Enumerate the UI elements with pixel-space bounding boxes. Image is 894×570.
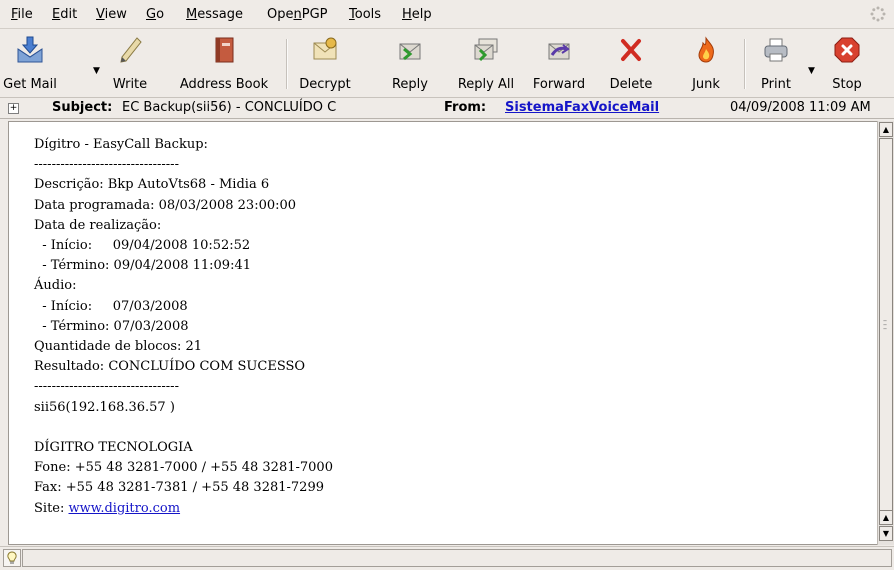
reply-all-button[interactable]: Reply All: [450, 31, 522, 95]
scroll-up-arrow-icon[interactable]: ▲: [879, 122, 893, 137]
print-button[interactable]: Print: [754, 31, 798, 95]
delete-button[interactable]: Delete: [606, 31, 656, 95]
junk-flame-icon: [698, 36, 714, 63]
message-line: Resultado: CONCLUÍDO COM SUCESSO: [34, 359, 306, 375]
vertical-scrollbar[interactable]: ▲ – – – ▲ ▼: [877, 121, 894, 545]
address-book-button[interactable]: Address Book: [168, 31, 280, 95]
message-line: Data programada: 08/03/2008 23:00:00: [34, 197, 297, 213]
menu-go[interactable]: Go: [146, 7, 164, 22]
grip-icon: – – –: [883, 316, 887, 333]
message-line: Áudio:: [34, 278, 77, 294]
date-value: 04/09/2008 11:09 AM: [730, 100, 871, 115]
junk-button[interactable]: Junk: [686, 31, 726, 95]
pencil-icon: [120, 37, 142, 63]
message-line: ---------------------------------: [34, 157, 179, 173]
message-text: Dígitro - EasyCall Backup: -------------…: [34, 135, 333, 519]
status-text: [22, 549, 892, 567]
reply-all-icon: [474, 38, 498, 62]
scrollbar-thumb[interactable]: – – –: [879, 138, 893, 516]
reply-button[interactable]: Reply: [388, 31, 432, 95]
toolbar-separator: [286, 39, 288, 89]
message-line: ---------------------------------: [34, 379, 179, 395]
delete-x-icon: [621, 39, 641, 61]
message-line: - Término: 09/04/2008 11:09:41: [34, 258, 252, 274]
message-line: Data de realização:: [34, 217, 162, 233]
message-line: DÍGITRO TECNOLOGIA: [34, 440, 193, 456]
message-line: - Início: 07/03/2008: [34, 298, 188, 314]
scroll-down-arrow-icon[interactable]: ▼: [879, 526, 893, 541]
print-dropdown-icon[interactable]: ▼: [808, 66, 815, 76]
decrypt-button[interactable]: Decrypt: [294, 31, 356, 95]
stop-button[interactable]: Stop: [824, 31, 870, 95]
message-line: Fax: +55 48 3281-7381 / +55 48 3281-7299: [34, 480, 324, 496]
website-link[interactable]: www.digitro.com: [69, 501, 181, 516]
menu-message[interactable]: Message: [186, 7, 243, 22]
menu-bar: File Edit View Go Message OpenPGP Tools …: [0, 0, 894, 29]
get-mail-dropdown-icon[interactable]: ▼: [93, 66, 100, 76]
subject-value: EC Backup(sii56) - CONCLUÍDO C: [122, 100, 337, 115]
menu-tools[interactable]: Tools: [349, 7, 381, 22]
reply-icon: [399, 43, 421, 61]
scroll-up-arrow-icon[interactable]: ▲: [879, 510, 893, 525]
get-mail-icon: [17, 36, 43, 63]
expand-headers-icon[interactable]: +: [8, 103, 19, 114]
subject-label: Subject:: [52, 100, 113, 115]
stop-icon: [834, 37, 860, 63]
status-bar: [0, 546, 894, 569]
message-line: Quantidade de blocos: 21: [34, 339, 203, 355]
message-line: - Término: 07/03/2008: [34, 318, 189, 334]
site-label: Site:: [34, 500, 69, 516]
write-button[interactable]: Write: [108, 31, 152, 95]
get-mail-button[interactable]: Get Mail: [2, 31, 58, 95]
message-line: Dígitro - EasyCall Backup:: [34, 137, 208, 152]
message-header: + Subject: EC Backup(sii56) - CONCLUÍDO …: [0, 98, 894, 119]
printer-icon: [764, 38, 788, 62]
menu-help[interactable]: Help: [402, 7, 432, 22]
decrypt-envelope-icon: [313, 37, 337, 60]
menu-openpgp[interactable]: OpenPGP: [267, 7, 328, 22]
message-line: Descrição: Bkp AutoVts68 - Midia 6: [34, 177, 270, 193]
message-line: sii56(192.168.36.57 ): [34, 399, 175, 415]
menu-file[interactable]: File: [11, 7, 33, 22]
menu-edit[interactable]: Edit: [52, 7, 77, 22]
address-book-icon: [215, 37, 234, 63]
message-line: - Início: 09/04/2008 10:52:52: [34, 238, 251, 254]
activity-throbber-icon: [870, 6, 886, 22]
main-toolbar: Get Mail ▼ Write Address Book Decrypt Re…: [0, 29, 894, 98]
message-line: Fone: +55 48 3281-7000 / +55 48 3281-700…: [34, 460, 333, 476]
from-link[interactable]: SistemaFaxVoiceMail: [505, 100, 659, 115]
forward-button[interactable]: Forward: [528, 31, 590, 95]
from-label: From:: [444, 100, 487, 115]
menu-view[interactable]: View: [96, 7, 127, 22]
forward-icon: [548, 43, 570, 60]
toolbar-separator: [744, 39, 746, 89]
lightbulb-icon: [3, 549, 21, 567]
